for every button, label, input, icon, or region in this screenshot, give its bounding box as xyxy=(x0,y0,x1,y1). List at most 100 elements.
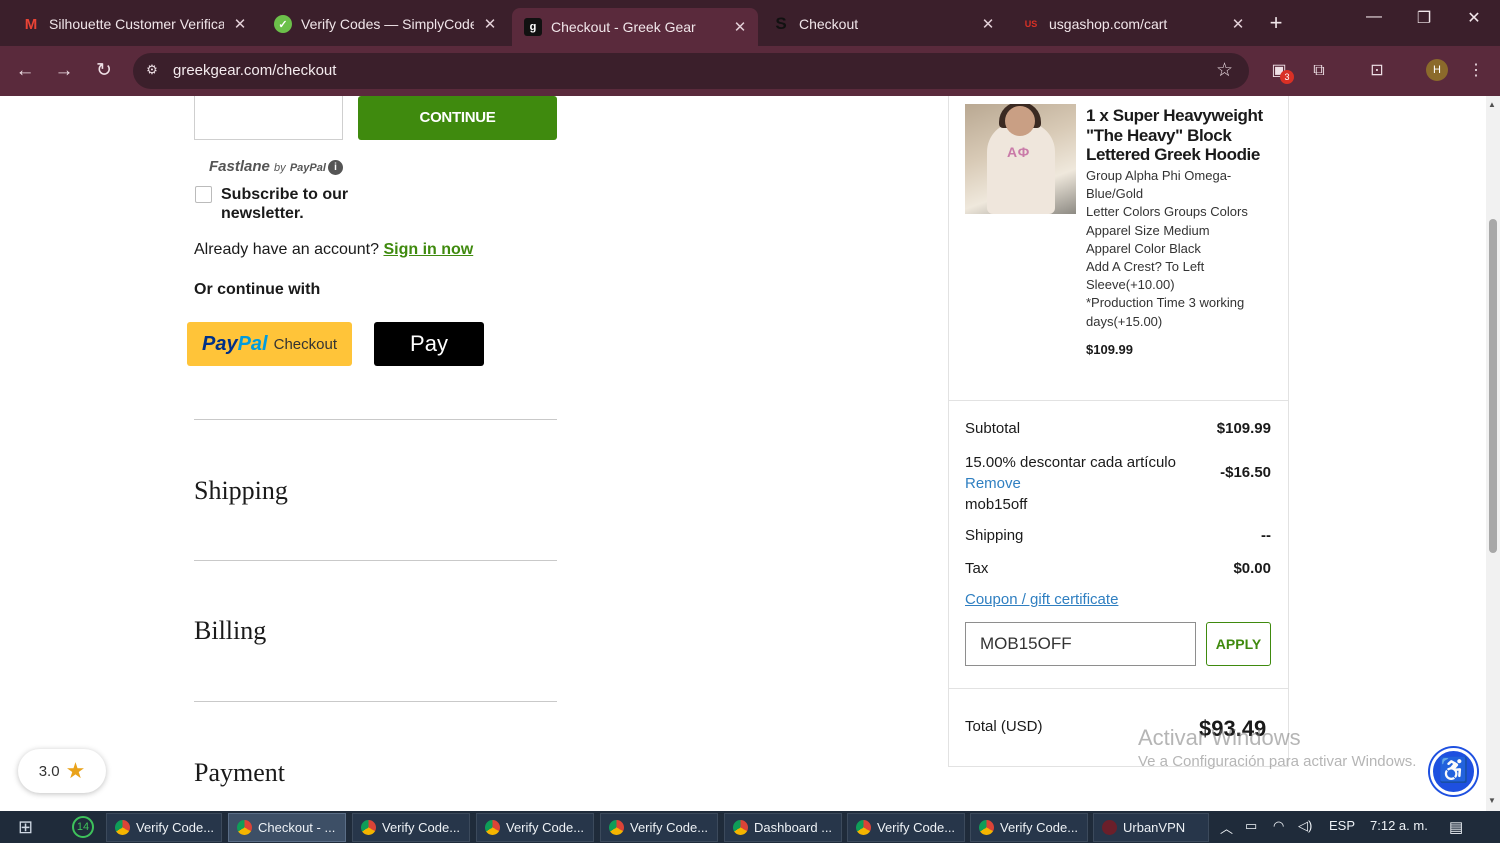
profile-avatar[interactable]: H xyxy=(1426,59,1448,81)
taskbar-item[interactable]: Verify Code... xyxy=(847,813,965,842)
paypal-checkout-button[interactable]: PayPal Checkout xyxy=(187,322,352,366)
language-indicator[interactable]: ESP xyxy=(1329,818,1355,833)
product-option: Apparel Size Medium xyxy=(1086,222,1210,238)
summary-divider xyxy=(948,688,1289,689)
bookmark-star-icon[interactable]: ☆ xyxy=(1216,59,1233,82)
taskbar-item[interactable]: Checkout - ... xyxy=(228,813,346,842)
menu-icon[interactable]: ⋮ xyxy=(1463,58,1489,84)
discount-row: 15.00% descontar cada artículo Remove mo… xyxy=(965,452,1271,515)
product-options: Group Alpha Phi Omega-Blue/Gold Letter C… xyxy=(1086,167,1276,331)
scroll-down-icon[interactable]: ▼ xyxy=(1488,796,1496,805)
tab-title: Checkout - Greek Gear xyxy=(551,19,696,35)
tab-simplycodes[interactable]: ✓ Verify Codes — SimplyCodes ✕ xyxy=(262,8,508,40)
taskbar-item[interactable]: Dashboard ... xyxy=(724,813,842,842)
notifications-icon[interactable]: ▤ xyxy=(1449,818,1463,836)
whatsapp-icon[interactable]: 14 xyxy=(72,816,94,838)
close-icon[interactable]: ✕ xyxy=(232,15,248,33)
accessibility-icon[interactable]: ♿ xyxy=(1430,748,1477,795)
apply-button[interactable]: APPLY xyxy=(1206,622,1271,666)
tab-usgashop[interactable]: US usgashop.com/cart ✕ xyxy=(1010,8,1256,40)
clock[interactable]: 7:12 a. m. xyxy=(1370,818,1428,833)
scroll-up-icon[interactable]: ▲ xyxy=(1488,100,1496,109)
chrome-icon xyxy=(733,820,748,835)
taskbar-item[interactable]: Verify Code... xyxy=(352,813,470,842)
discount-code: mob15off xyxy=(965,496,1028,513)
tray-chevron-icon[interactable]: ︿ xyxy=(1220,818,1233,837)
paypal-button-text: Checkout xyxy=(273,335,337,353)
product-letters: ΑΦ xyxy=(1007,144,1031,160)
taskbar-item[interactable]: Verify Code... xyxy=(476,813,594,842)
taskbar-item[interactable]: UrbanVPN xyxy=(1093,813,1209,842)
fastlane-paypal: PayPal xyxy=(289,162,326,174)
windows-taskbar: ⊞ 14 Verify Code... Checkout - ... Verif… xyxy=(0,811,1500,843)
minimize-icon[interactable]: — xyxy=(1359,8,1389,26)
address-bar[interactable]: ⚙ greekgear.com/checkout ☆ xyxy=(133,53,1249,89)
back-icon[interactable]: ← xyxy=(11,57,39,85)
extension-badge: 3 xyxy=(1280,70,1294,84)
coupon-input[interactable]: MOB15OFF xyxy=(965,622,1196,666)
browser-toolbar: ← → ↻ ⚙ greekgear.com/checkout ☆ ▣ ⧉ ⊡ ⋮ xyxy=(0,46,1500,96)
tax-row: Tax $0.00 xyxy=(965,560,1271,577)
shipping-label: Shipping xyxy=(965,527,1024,544)
browser-tab-strip: M Silhouette Customer Verificat ✕ ✓ Veri… xyxy=(0,0,1500,46)
taskbar-item[interactable]: Verify Code... xyxy=(970,813,1088,842)
battery-icon[interactable]: ▭ xyxy=(1245,818,1257,834)
reload-icon[interactable]: ↻ xyxy=(90,57,118,85)
paypal-logo: PayPal xyxy=(202,333,268,356)
close-icon[interactable]: ✕ xyxy=(482,15,498,33)
subtotal-row: Subtotal $109.99 xyxy=(965,420,1271,437)
taskbar-item[interactable]: Verify Code... xyxy=(600,813,718,842)
chrome-icon xyxy=(979,820,994,835)
continue-button[interactable]: CONTINUE xyxy=(358,96,557,140)
fastlane-by: by xyxy=(274,162,286,174)
close-icon[interactable]: ✕ xyxy=(980,15,996,33)
product-option: Group Alpha Phi Omega-Blue/Gold xyxy=(1086,168,1232,202)
window-close-icon[interactable]: ✕ xyxy=(1459,8,1489,28)
apple-pay-text: Pay xyxy=(410,331,448,356)
sign-in-link[interactable]: Sign in now xyxy=(383,241,473,258)
rating-widget[interactable]: 3.0 ★ xyxy=(18,749,106,793)
tab-title: Verify Codes — SimplyCodes xyxy=(301,16,474,32)
taskbar-item-label: Checkout - ... xyxy=(258,820,336,835)
tab-title: Silhouette Customer Verificat xyxy=(49,16,224,32)
chrome-icon xyxy=(856,820,871,835)
volume-icon[interactable]: ◁) xyxy=(1298,818,1312,834)
or-continue-label: Or continue with xyxy=(194,281,321,298)
tab-title: Checkout xyxy=(799,16,859,32)
subtotal-label: Subtotal xyxy=(965,420,1021,437)
wifi-icon[interactable]: ◠ xyxy=(1273,818,1284,834)
taskbar-item[interactable]: Verify Code... xyxy=(106,813,222,842)
chrome-icon xyxy=(361,820,376,835)
start-menu-icon[interactable]: ⊞ xyxy=(18,817,40,839)
close-icon[interactable]: ✕ xyxy=(732,18,748,36)
chrome-icon xyxy=(609,820,624,835)
forward-icon[interactable]: → xyxy=(50,57,78,85)
payment-heading[interactable]: Payment xyxy=(194,758,285,788)
page-scrollbar[interactable]: ▲ ▼ xyxy=(1486,96,1500,811)
urbanvpn-icon xyxy=(1102,820,1117,835)
close-icon[interactable]: ✕ xyxy=(1230,15,1246,33)
taskbar-item-label: Verify Code... xyxy=(1000,820,1079,835)
info-icon[interactable]: i xyxy=(328,160,343,175)
tab-silhouette[interactable]: M Silhouette Customer Verificat ✕ xyxy=(10,8,258,40)
tab-greek-gear[interactable]: g Checkout - Greek Gear ✕ xyxy=(512,8,758,46)
reading-mode-icon[interactable]: ⊡ xyxy=(1364,58,1390,84)
simplycodes-icon: ✓ xyxy=(274,15,292,33)
tab-checkout[interactable]: S Checkout ✕ xyxy=(760,8,1006,40)
newsletter-checkbox[interactable] xyxy=(195,186,212,203)
url-text[interactable]: greekgear.com/checkout xyxy=(173,62,336,79)
scroll-thumb[interactable] xyxy=(1489,219,1497,553)
email-input[interactable] xyxy=(194,96,343,140)
restore-icon[interactable]: ❐ xyxy=(1409,8,1439,28)
site-settings-icon[interactable]: ⚙ xyxy=(143,62,161,80)
billing-heading[interactable]: Billing xyxy=(194,616,266,646)
shipping-heading[interactable]: Shipping xyxy=(194,476,288,506)
extensions-puzzle-icon[interactable]: ⧉ xyxy=(1306,58,1332,84)
apple-pay-button[interactable]: Pay xyxy=(374,322,484,366)
new-tab-icon[interactable]: + xyxy=(1262,10,1290,36)
fastlane-text: Fastlane xyxy=(209,158,270,175)
coupon-link[interactable]: Coupon / gift certificate xyxy=(965,591,1118,608)
product-option: Apparel Color Black xyxy=(1086,240,1201,256)
newsletter-label[interactable]: Subscribe to our newsletter. xyxy=(221,185,361,223)
shipping-value: -- xyxy=(1261,527,1271,544)
